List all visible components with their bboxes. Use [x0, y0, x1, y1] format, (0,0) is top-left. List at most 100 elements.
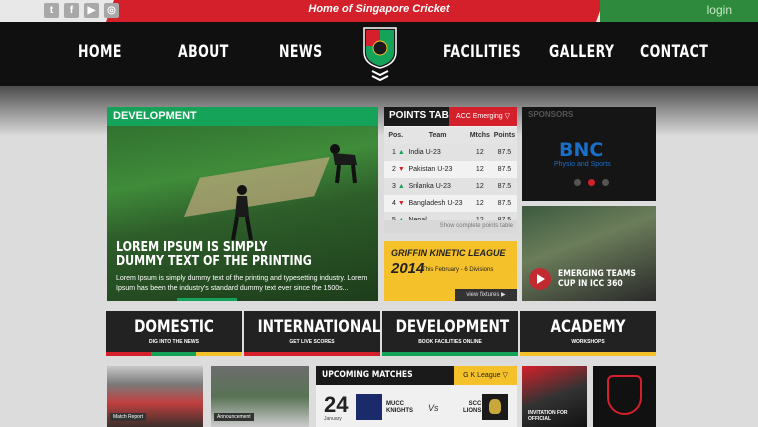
position-cell: 3 ▲	[384, 178, 408, 195]
position: 1	[392, 149, 396, 156]
sponsor-carousel-dots	[574, 179, 609, 186]
news-card[interactable]: Announcement	[211, 366, 309, 427]
match-day: 24	[324, 392, 349, 417]
team1-line1: MUCC	[386, 401, 404, 407]
invitation-text: INVITATION FOR OFFICIAL	[528, 410, 568, 422]
matches-cell: 12	[467, 161, 492, 178]
league-name: GRIFFIN KINETIC LEAGUE	[391, 248, 506, 258]
sg-badge-card[interactable]	[593, 366, 656, 427]
category-subtitle: BOOK FACILITIES ONLINE	[418, 339, 482, 345]
category-international[interactable]: INTERNATIONAL GET LIVE SCORES	[244, 311, 380, 356]
league-info: This February - 6 Divisions	[422, 267, 494, 273]
points-cell: 87.5	[491, 178, 517, 195]
down-arrow-icon: ▼	[397, 166, 405, 173]
chevron-down-icon: ▽	[504, 113, 511, 120]
youtube-icon[interactable]: ▶	[84, 3, 99, 18]
team-cell: Pakistan U-23	[407, 161, 468, 178]
featured-title[interactable]: LOREM IPSUM IS SIMPLY DUMMY TEXT OF THE …	[116, 241, 320, 269]
team2-name: SCC LIONS	[463, 401, 481, 415]
nav-about[interactable]: ABOUT	[178, 42, 229, 62]
points-cell: 87.5	[491, 195, 517, 212]
team2-line1: SCC	[468, 401, 482, 407]
carousel-dot[interactable]	[602, 179, 609, 186]
category-domestic[interactable]: DOMESTIC DIG INTO THE NEWS	[106, 311, 242, 356]
sponsor-logo[interactable]: BNC	[559, 139, 603, 161]
featured-excerpt: Lorem Ipsum is simply dummy text of the …	[116, 275, 368, 292]
position: 2	[392, 166, 396, 173]
nav-gallery[interactable]: GALLERY	[549, 42, 614, 62]
twitter-icon[interactable]: t	[44, 3, 59, 18]
league-year: 2014	[391, 260, 425, 277]
play-icon[interactable]	[529, 268, 551, 290]
view-fixtures-link[interactable]: view fixtures ▶	[455, 289, 517, 301]
club-logo[interactable]	[362, 26, 398, 70]
table-row[interactable]: 4 ▼ Bangladesh U-23 12 87.5	[384, 195, 517, 212]
play-icon: ▶	[501, 292, 506, 298]
points-table: POINTS TABLE ACC Emerging ▽ Pos. Team Mt…	[384, 107, 517, 233]
column-header: Pos.	[384, 127, 408, 144]
match-month: January	[324, 416, 342, 422]
league-selector[interactable]: G K League ▽	[454, 366, 517, 385]
login-link[interactable]: login	[707, 3, 732, 17]
matches-cell: 12	[467, 144, 492, 161]
table-header-row: Pos. Team Mtchs Points	[384, 127, 517, 144]
team1-line2: KNIGHTS	[386, 408, 413, 414]
points-table-selector[interactable]: ACC Emerging ▽	[449, 107, 517, 126]
sponsors-panel: SPONSORS BNC Physio and Sports	[522, 107, 656, 201]
points-table-header: POINTS TABLE ACC Emerging ▽	[384, 107, 517, 126]
down-arrow-icon: ▼	[397, 200, 405, 207]
league-selector-label: G K League	[463, 372, 501, 379]
team1-name: MUCC KNIGHTS	[386, 401, 413, 415]
column-header: Points	[491, 127, 517, 144]
matches-cell: 12	[467, 195, 492, 212]
featured-label-arrow	[197, 107, 207, 126]
team-logo-mucc	[356, 394, 382, 420]
points-table-selector-label: ACC Emerging	[455, 113, 503, 120]
table-row[interactable]: 3 ▲ Srilanka U-23 12 87.5	[384, 178, 517, 195]
featured-story[interactable]: DEVELOPMENT LOREM IPSUM IS SIMPLY DUMMY …	[107, 107, 378, 301]
instagram-icon[interactable]: ◎	[104, 3, 119, 18]
top-bar-green-band	[600, 0, 758, 22]
category-name: DEVELOPMENT	[395, 317, 510, 337]
league-promo[interactable]: GRIFFIN KINETIC LEAGUE 2014 This Februar…	[384, 241, 517, 301]
featured-title-line1: LOREM IPSUM IS SIMPLY	[116, 240, 268, 255]
chevron-down-icon[interactable]	[370, 70, 390, 82]
category-development[interactable]: DEVELOPMENT BOOK FACILITIES ONLINE	[382, 311, 518, 356]
show-complete-table-link[interactable]: Show complete points table	[384, 220, 517, 233]
featured-progress-bar	[177, 298, 237, 301]
invitation-line2: OFFICIAL	[528, 416, 552, 422]
team-cell: Srilanka U-23	[407, 178, 468, 195]
invitation-card[interactable]: INVITATION FOR OFFICIAL	[522, 366, 587, 427]
upcoming-matches: UPCOMING MATCHES G K League ▽ 24 January…	[316, 366, 517, 427]
standings-table: Pos. Team Mtchs Points 1 ▲ India U-23 12…	[384, 127, 517, 229]
carousel-dot-active[interactable]	[588, 179, 595, 186]
site-tagline: Home of Singapore Cricket	[308, 3, 450, 15]
nav-facilities[interactable]: FACILITIES	[443, 42, 521, 62]
team-cell: India U-23	[407, 144, 468, 161]
facebook-icon[interactable]: f	[64, 3, 79, 18]
nav-news[interactable]: NEWS	[279, 42, 323, 62]
table-row[interactable]: 1 ▲ India U-23 12 87.5	[384, 144, 517, 161]
category-subtitle: DIG INTO THE NEWS	[149, 339, 199, 345]
category-name: ACADEMY	[550, 317, 626, 337]
position: 4	[392, 200, 396, 207]
news-tag: Announcement	[214, 413, 254, 421]
nav-home[interactable]: HOME	[78, 42, 122, 62]
carousel-dot[interactable]	[574, 179, 581, 186]
points-cell: 87.5	[491, 161, 517, 178]
category-academy[interactable]: ACADEMY WORKSHOPS	[520, 311, 656, 356]
nav-contact[interactable]: CONTACT	[640, 42, 708, 62]
position-cell: 2 ▼	[384, 161, 408, 178]
table-row[interactable]: 2 ▼ Pakistan U-23 12 87.5	[384, 161, 517, 178]
social-links: t f ▶ ◎	[44, 3, 119, 18]
column-header: Mtchs	[467, 127, 492, 144]
up-arrow-icon: ▲	[397, 183, 405, 190]
featured-category-label: DEVELOPMENT	[107, 107, 378, 126]
groundsman-figure	[231, 185, 253, 241]
video-panel[interactable]: EMERGING TEAMS CUP IN ICC 360	[522, 206, 656, 301]
column-header: Team	[407, 127, 468, 144]
points-cell: 87.5	[491, 144, 517, 161]
top-bar: t f ▶ ◎ Home of Singapore Cricket login	[0, 0, 758, 22]
chevron-down-icon: ▽	[502, 372, 508, 379]
news-card[interactable]: Match Report	[107, 366, 203, 427]
